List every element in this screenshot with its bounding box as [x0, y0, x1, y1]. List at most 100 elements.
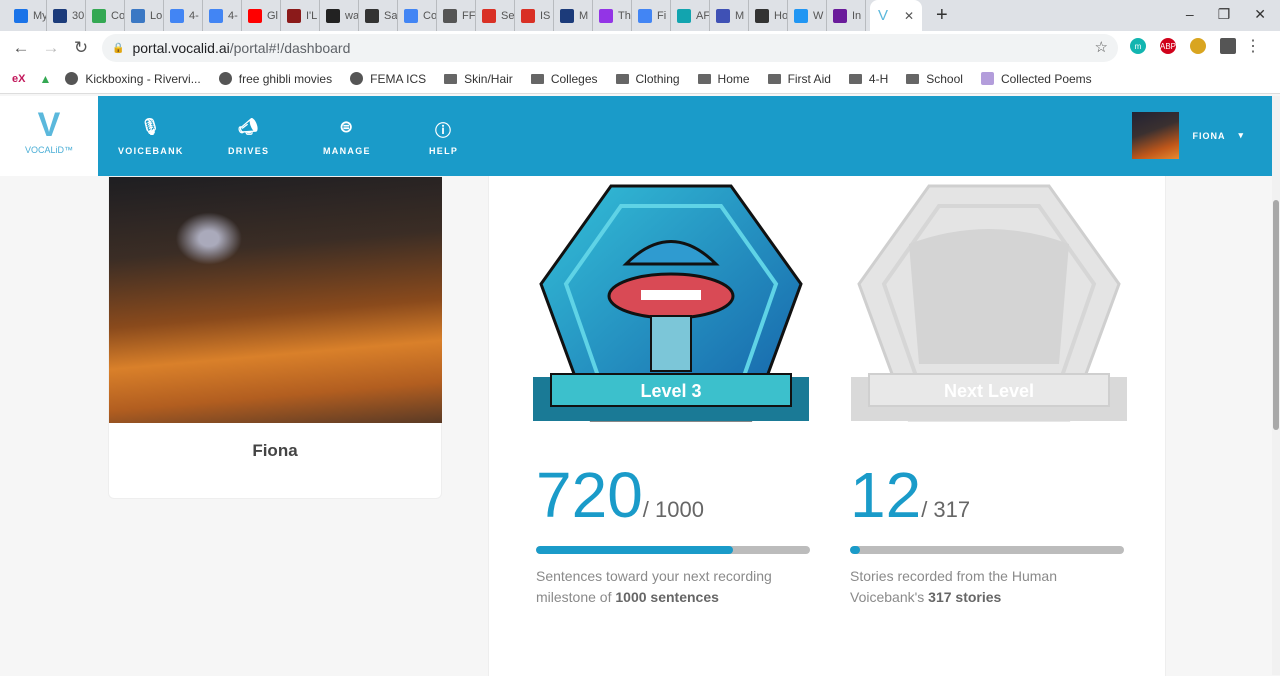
extensions-puzzle-icon[interactable]	[1220, 38, 1236, 54]
browser-tab[interactable]: Fi	[632, 0, 671, 31]
nav-manage[interactable]: ⊜ MANAGE	[323, 96, 371, 176]
bookmark-item[interactable]: Clothing	[615, 71, 680, 86]
browser-tab[interactable]: My	[8, 0, 47, 31]
stories-progress-bar	[850, 546, 1124, 554]
bookmark-item[interactable]: Colleges	[530, 72, 598, 86]
browser-tab[interactable]: M	[554, 0, 593, 31]
bookmark-star-icon[interactable]: ☆	[1095, 38, 1108, 56]
tab-label: 30	[72, 9, 85, 22]
tab-label: M	[579, 9, 589, 22]
menu-kebab-icon[interactable]: ⋮	[1245, 38, 1261, 55]
bookmark-item[interactable]: Kickboxing - Rivervi...	[65, 72, 201, 86]
bookmark-item[interactable]: First Aid	[767, 72, 831, 86]
stories-count: 12	[850, 459, 922, 531]
google-drive-icon[interactable]: ▲	[39, 72, 51, 86]
url-path: /portal#!/dashboard	[229, 40, 351, 56]
nav-voicebank[interactable]: 🎙︎ VOICEBANK	[118, 96, 184, 176]
tab-favicon-icon	[443, 8, 457, 23]
close-tab-icon[interactable]: ✕	[904, 9, 914, 23]
tab-favicon-icon	[404, 8, 418, 23]
restore-icon[interactable]: ❐	[1218, 6, 1231, 23]
tab-label: FF	[462, 9, 476, 22]
browser-tab[interactable]: 4-	[203, 0, 242, 31]
stories-stat: 12/ 317 Stories recorded from the Human …	[850, 458, 1124, 608]
extension-m-icon[interactable]: m	[1130, 38, 1146, 54]
progress-card: Level 3 Next Level 720/ 1000 Sentences t…	[488, 176, 1166, 676]
sentences-progress-bar	[536, 546, 810, 554]
bookmark-item[interactable]: free ghibli movies	[218, 72, 332, 86]
browser-tab[interactable]: Co	[398, 0, 437, 31]
nav-label: MANAGE	[323, 145, 371, 156]
nav-drives[interactable]: 📣︎ DRIVES	[228, 96, 269, 176]
bookmark-item[interactable]: Skin/Hair	[444, 72, 513, 86]
tab-favicon-icon	[170, 8, 184, 23]
edx-icon[interactable]: eX	[12, 73, 25, 85]
tab-label: W	[813, 9, 824, 22]
browser-tab[interactable]: I'L	[281, 0, 320, 31]
back-icon[interactable]: ←	[6, 38, 36, 58]
folder-icon	[697, 73, 711, 84]
tab-active[interactable]: V ✕	[870, 0, 922, 31]
forward-icon[interactable]: →	[36, 38, 66, 58]
stories-description: Stories recorded from the Human Voiceban…	[850, 568, 1057, 605]
browser-tab[interactable]: M	[710, 0, 749, 31]
browser-tab[interactable]: FF	[437, 0, 476, 31]
browser-tab[interactable]: 30	[47, 0, 86, 31]
folder-icon	[906, 73, 920, 84]
browser-tab[interactable]: Ho	[749, 0, 788, 31]
tab-favicon-icon	[794, 8, 808, 23]
tab-label: My	[33, 9, 47, 22]
browser-tab[interactable]: In	[827, 0, 866, 31]
tab-favicon-icon	[53, 8, 67, 23]
minimize-icon[interactable]: –	[1186, 6, 1194, 23]
tab-label: In	[852, 9, 862, 22]
bookmark-item[interactable]: Collected Poems	[980, 72, 1092, 86]
browser-tab[interactable]: Lo	[125, 0, 164, 31]
browser-tab[interactable]: IS	[515, 0, 554, 31]
nav-label: DRIVES	[228, 145, 270, 156]
browser-tab[interactable]: 4-	[164, 0, 203, 31]
app-header: V VOCALiD™ 🎙︎ VOICEBANK 📣︎ DRIVES ⊜ MANAGE ⓘ…	[0, 96, 1274, 176]
new-tab-button[interactable]: +	[936, 4, 948, 27]
bookmark-label: Home	[717, 71, 750, 86]
bookmark-item[interactable]: Home	[697, 71, 750, 86]
hand-extension-icon[interactable]	[1190, 38, 1206, 54]
bookmarks-bar: eX ▲ Kickboxing - Rivervi... free ghibli …	[0, 64, 1280, 94]
scrollbar-thumb[interactable]	[1273, 200, 1279, 430]
reload-icon[interactable]: ↻	[66, 38, 96, 58]
tab-label: M	[735, 9, 745, 22]
tab-label: Gl	[267, 9, 278, 22]
browser-tab[interactable]: wa	[320, 0, 359, 31]
tab-label: Co	[111, 9, 125, 22]
bookmark-label: 4-H	[868, 71, 889, 86]
tab-favicon-icon	[287, 8, 301, 23]
site-icon	[65, 72, 79, 85]
bookmark-label: Clothing	[635, 71, 680, 86]
user-menu[interactable]: FIONA ▾	[1132, 112, 1244, 159]
browser-tab[interactable]: Sa	[359, 0, 398, 31]
adblock-icon[interactable]: ABP	[1160, 38, 1176, 54]
address-bar-row: ← → ↻ 🔒 portal.vocalid.ai/portal#!/dashb…	[0, 31, 1280, 64]
bookmark-item[interactable]: School	[906, 72, 963, 86]
browser-tab[interactable]: Th	[593, 0, 632, 31]
browser-tab[interactable]: Se	[476, 0, 515, 31]
vocalid-logo[interactable]: V VOCALiD™	[0, 96, 98, 176]
close-window-icon[interactable]: ✕	[1254, 6, 1266, 23]
url-input[interactable]: 🔒 portal.vocalid.ai/portal#!/dashboard ☆	[102, 34, 1118, 62]
bookmark-label: Skin/Hair	[464, 71, 513, 86]
tab-favicon-icon	[560, 8, 574, 23]
bookmark-item[interactable]: 4-H	[848, 71, 889, 86]
folder-icon	[980, 72, 994, 85]
url-host: portal.vocalid.ai	[132, 40, 230, 56]
browser-tab[interactable]: W	[788, 0, 827, 31]
tab-label: Co	[423, 9, 437, 22]
tab-favicon-icon	[209, 8, 223, 23]
bookmark-item[interactable]: FEMA ICS	[350, 72, 426, 86]
badge-label: Level 3	[640, 381, 701, 401]
sentences-total: / 1000	[642, 497, 704, 522]
nav-help[interactable]: ⓘ HELP	[429, 96, 458, 176]
browser-tab[interactable]: Co	[86, 0, 125, 31]
browser-tab[interactable]: AF	[671, 0, 710, 31]
browser-tab[interactable]: Gl	[242, 0, 281, 31]
tab-label: Lo	[150, 9, 163, 22]
